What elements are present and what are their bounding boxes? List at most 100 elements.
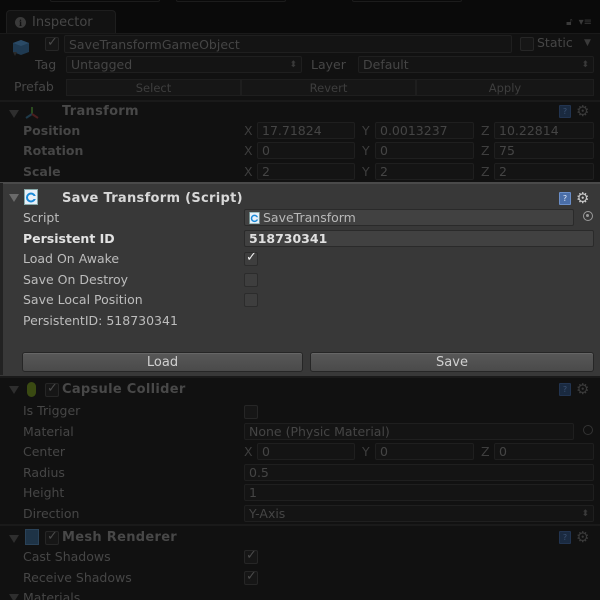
axis-z-label: Z bbox=[481, 123, 490, 138]
cast-shadows-label: Cast Shadows bbox=[23, 549, 111, 564]
gameobject-cube-icon bbox=[13, 40, 29, 56]
save-on-destroy-checkbox[interactable] bbox=[244, 273, 258, 287]
scale-y-value: 2 bbox=[380, 164, 388, 179]
axis-y-label: Y bbox=[362, 444, 370, 459]
receive-shadows-label: Receive Shadows bbox=[23, 570, 132, 585]
gear-icon[interactable]: ⚙ bbox=[576, 380, 589, 398]
layer-dropdown[interactable]: Default bbox=[358, 56, 594, 73]
inspector-tab-bar: i Inspector 🔓︎ ▾≡ bbox=[0, 0, 600, 34]
materials-foldout-icon[interactable] bbox=[9, 594, 19, 600]
transform-component: Transform ? ⚙ Position X 17.71824 Y 0.00… bbox=[0, 102, 600, 182]
help-icon[interactable]: ? bbox=[559, 531, 571, 544]
persistent-id-info: PersistentID: 518730341 bbox=[23, 313, 178, 328]
prefab-select-button[interactable]: Select bbox=[66, 79, 241, 96]
persistent-id-label: Persistent ID bbox=[23, 231, 115, 246]
gameobject-name-input[interactable]: SaveTransformGameObject bbox=[64, 35, 512, 53]
foldout-arrow-icon[interactable] bbox=[9, 386, 19, 394]
tag-label: Tag bbox=[35, 57, 57, 72]
rotation-label: Rotation bbox=[23, 143, 84, 158]
height-input[interactable]: 1 bbox=[244, 484, 594, 501]
gear-icon[interactable]: ⚙ bbox=[576, 189, 589, 207]
load-button[interactable]: Load bbox=[22, 352, 303, 372]
capsule-collider-title: Capsule Collider bbox=[62, 382, 186, 397]
capsule-icon bbox=[27, 382, 36, 397]
materials-label[interactable]: Materials bbox=[23, 590, 80, 600]
save-local-position-checkbox[interactable] bbox=[244, 293, 258, 307]
foldout-arrow-icon[interactable] bbox=[9, 110, 19, 118]
material-label: Material bbox=[23, 424, 74, 439]
center-z-input[interactable]: 0 bbox=[494, 443, 594, 460]
gear-icon[interactable]: ⚙ bbox=[576, 528, 589, 546]
center-y-input[interactable]: 0 bbox=[375, 443, 474, 460]
csharp-script-icon bbox=[24, 189, 38, 205]
tab-inspector[interactable]: i Inspector bbox=[6, 10, 116, 34]
scale-z-input[interactable]: 2 bbox=[494, 163, 594, 180]
rotation-y-input[interactable]: 0 bbox=[375, 142, 474, 159]
capsule-collider-enabled-checkbox[interactable] bbox=[45, 381, 59, 397]
object-picker-icon[interactable] bbox=[583, 425, 593, 435]
prefab-revert-button[interactable]: Revert bbox=[241, 79, 416, 96]
save-button[interactable]: Save bbox=[310, 352, 594, 372]
script-field[interactable]: SaveTransform bbox=[244, 209, 574, 226]
tag-value: Untagged bbox=[71, 57, 133, 72]
prefab-apply-button[interactable]: Apply bbox=[416, 79, 594, 96]
ghost-panel-edge bbox=[50, 0, 160, 2]
panel-left-edge bbox=[0, 183, 3, 375]
gameobject-active-checkbox[interactable] bbox=[45, 35, 59, 51]
direction-dropdown[interactable]: Y-Axis bbox=[244, 505, 594, 522]
mesh-renderer-icon bbox=[25, 529, 39, 545]
radius-input[interactable]: 0.5 bbox=[244, 464, 594, 481]
axis-x-label: X bbox=[244, 143, 253, 158]
material-field[interactable]: None (Physic Material) bbox=[244, 423, 574, 440]
tab-label: Inspector bbox=[32, 15, 93, 30]
load-on-awake-checkbox[interactable] bbox=[244, 250, 258, 266]
direction-value: Y-Axis bbox=[249, 506, 286, 521]
layer-value: Default bbox=[363, 57, 409, 72]
material-value: None (Physic Material) bbox=[249, 424, 390, 439]
save-local-position-label: Save Local Position bbox=[23, 292, 143, 307]
gear-icon[interactable]: ⚙ bbox=[576, 102, 589, 120]
static-checkbox[interactable] bbox=[520, 37, 534, 51]
foldout-arrow-icon[interactable] bbox=[9, 194, 19, 202]
scale-y-input[interactable]: 2 bbox=[375, 163, 474, 180]
mesh-renderer-component: Mesh Renderer ? ⚙ Cast Shadows Receive S… bbox=[0, 526, 600, 600]
rotation-z-input[interactable]: 75 bbox=[494, 142, 594, 159]
help-icon[interactable]: ? bbox=[559, 105, 571, 118]
axis-x-label: X bbox=[244, 123, 253, 138]
save-transform-title: Save Transform (Script) bbox=[62, 191, 243, 206]
transform-axes-icon bbox=[25, 107, 39, 119]
panel-menu-icon[interactable]: ▾≡ bbox=[579, 17, 592, 28]
persistent-id-input[interactable]: 518730341 bbox=[244, 230, 594, 247]
cast-shadows-checkbox[interactable] bbox=[244, 548, 258, 564]
axis-z-label: Z bbox=[481, 164, 490, 179]
csharp-script-icon bbox=[249, 211, 260, 224]
height-label: Height bbox=[23, 485, 65, 500]
position-z-input[interactable]: 10.22814 bbox=[494, 122, 594, 139]
axis-x-label: X bbox=[244, 444, 253, 459]
tag-dropdown[interactable]: Untagged bbox=[66, 56, 302, 73]
static-dropdown-icon[interactable]: ▼ bbox=[584, 38, 591, 48]
scale-x-input[interactable]: 2 bbox=[257, 163, 355, 180]
rotation-x-input[interactable]: 0 bbox=[257, 142, 355, 159]
center-x-input[interactable]: 0 bbox=[257, 443, 355, 460]
help-icon[interactable]: ? bbox=[559, 192, 571, 205]
axis-z-label: Z bbox=[481, 143, 490, 158]
position-x-input[interactable]: 17.71824 bbox=[257, 122, 355, 139]
ghost-panel-edge bbox=[176, 0, 286, 2]
center-y-value: 0 bbox=[380, 444, 388, 459]
layer-label: Layer bbox=[311, 57, 346, 72]
center-z-value: 0 bbox=[499, 444, 507, 459]
is-trigger-checkbox[interactable] bbox=[244, 405, 258, 419]
object-picker-icon[interactable] bbox=[583, 211, 593, 221]
direction-label: Direction bbox=[23, 506, 80, 521]
lock-icon[interactable]: 🔓︎ bbox=[566, 17, 572, 28]
help-icon[interactable]: ? bbox=[559, 383, 571, 396]
foldout-arrow-icon[interactable] bbox=[9, 535, 19, 543]
position-z-value: 10.22814 bbox=[499, 123, 559, 138]
receive-shadows-checkbox[interactable] bbox=[244, 569, 258, 585]
mesh-renderer-enabled-checkbox[interactable] bbox=[45, 529, 59, 545]
persistent-id-value: 518730341 bbox=[249, 231, 328, 246]
position-y-input[interactable]: 0.0013237 bbox=[375, 122, 474, 139]
axis-y-label: Y bbox=[362, 164, 370, 179]
axis-y-label: Y bbox=[362, 123, 370, 138]
